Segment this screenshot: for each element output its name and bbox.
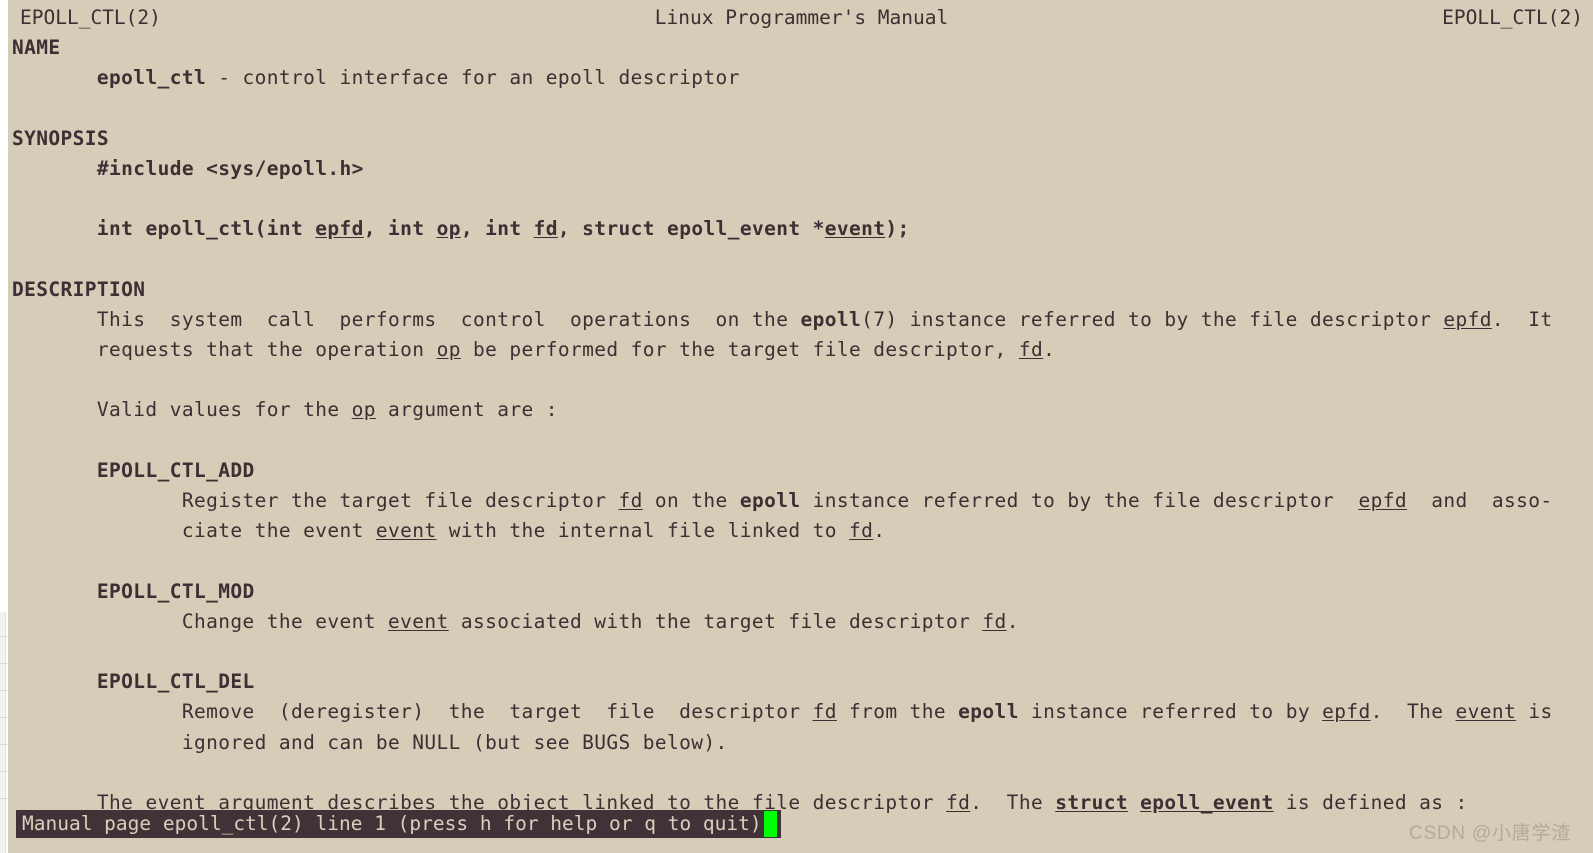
man-blank-line: [6, 546, 1593, 576]
background-window-gutter: [0, 612, 6, 853]
gutter-tick: [0, 744, 8, 745]
man-text-line: ignored and can be NULL (but see BUGS be…: [12, 730, 728, 754]
man-header-left: EPOLL_CTL(2): [20, 6, 161, 29]
man-blank-line: [6, 245, 1593, 275]
gutter-tick: [0, 717, 8, 718]
man-text-line: #include <sys/epoll.h>: [96, 156, 364, 180]
csdn-watermark: CSDN @小唐学渣: [1408, 823, 1571, 844]
man-blank-line: [6, 637, 1593, 667]
section-heading-name: NAME: [12, 36, 61, 60]
man-header-right: EPOLL_CTL(2): [1442, 6, 1583, 29]
man-blank-line: [6, 426, 1593, 456]
man-text-line: epoll_ctl - control interface for an epo…: [96, 66, 740, 90]
man-text-line: This system call performs control operat…: [12, 307, 1553, 331]
man-blank-line: [6, 94, 1593, 124]
term-epoll-ctl-add: EPOLL_CTL_ADD: [96, 458, 255, 482]
term-epoll-ctl-del: EPOLL_CTL_DEL: [96, 670, 255, 694]
pager-status-bar[interactable]: Manual page epoll_ctl(2) line 1 (press h…: [16, 810, 781, 838]
section-heading-synopsis: SYNOPSIS: [12, 126, 110, 150]
man-text-line: Register the target file descriptor fd o…: [12, 489, 1553, 512]
gutter-tick: [0, 690, 8, 691]
man-header-line: EPOLL_CTL(2) Linux Programmer's Manual E…: [6, 3, 1593, 33]
man-synopsis-prototype: int epoll_ctl(int epfd, int op, int fd, …: [96, 217, 910, 241]
man-text-line: ciate the event event with the internal …: [12, 519, 886, 543]
gutter-tick: [0, 636, 8, 637]
man-pager-content[interactable]: EPOLL_CTL(2) Linux Programmer's Manual E…: [6, 0, 1593, 853]
man-header-center: Linux Programmer's Manual: [654, 6, 949, 29]
man-text-line: Change the event event associated with t…: [12, 609, 1019, 633]
gutter-tick: [0, 798, 8, 799]
gutter-tick: [0, 663, 8, 664]
man-text-line: Remove (deregister) the target file desc…: [12, 700, 1553, 724]
background-window-sliver[interactable]: [0, 0, 8, 853]
terminal-cursor: [763, 811, 777, 837]
gutter-tick: [0, 771, 8, 772]
man-blank-line: [6, 758, 1593, 788]
man-text-line: Valid values for the op argument are :: [12, 398, 558, 422]
man-blank-line: [6, 365, 1593, 395]
terminal-window[interactable]: EPOLL_CTL(2) Linux Programmer's Manual E…: [6, 0, 1593, 853]
section-heading-description: DESCRIPTION: [12, 277, 146, 301]
man-blank-line: [6, 184, 1593, 214]
man-text-line: requests that the operation op be perfor…: [12, 338, 1056, 362]
pager-status-text: Manual page epoll_ctl(2) line 1 (press h…: [22, 812, 762, 835]
term-epoll-ctl-mod: EPOLL_CTL_MOD: [96, 579, 255, 603]
